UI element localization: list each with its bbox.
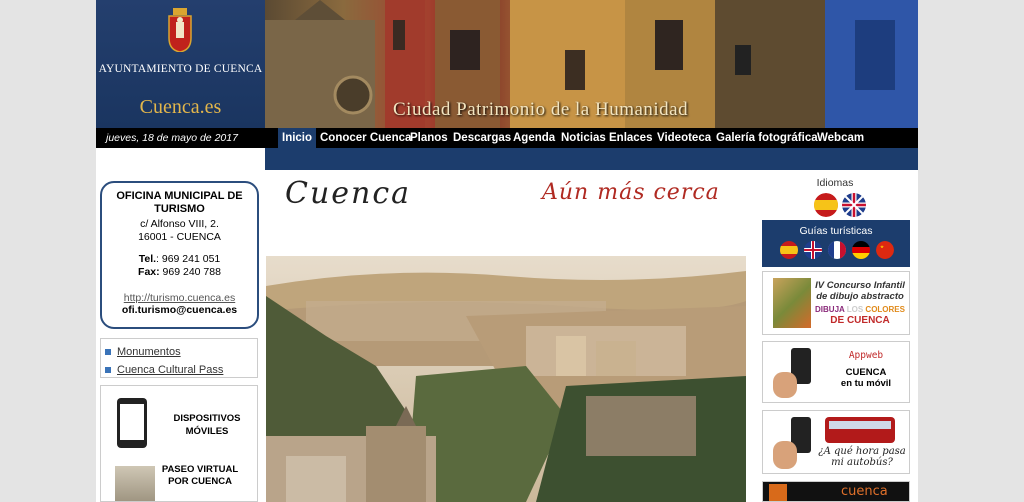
bullet-icon [105,349,111,355]
hand-image [773,441,797,469]
main-nav: Inicio Conocer Cuenca Planos Descargas A… [265,128,918,148]
promo-devices-label: DISPOSITIVOS MÓVILES [173,413,241,437]
date-bar: jueves, 18 de mayo de 2017 [96,128,265,148]
nav-subbar [265,148,918,170]
header-banner: Ciudad Patrimonio de la Humanidad [265,0,918,128]
tourism-website-link[interactable]: http://turismo.cuenca.es [102,292,257,304]
nav-item-webcam[interactable]: Webcam [817,128,864,148]
hand-image [773,372,797,398]
bus-icon [825,417,895,443]
languages-title: Idiomas [816,177,854,189]
tourism-address-street: c/ Alfonso VIII, 2. [140,218,219,230]
nav-item-agenda[interactable]: Agenda [513,128,555,148]
nav-item-descargas[interactable]: Descargas [453,128,511,148]
fax-label: Fax: [138,266,160,278]
tourist-guides-box: Guías turísticas [762,220,910,267]
current-date: jueves, 18 de mayo de 2017 [106,132,238,144]
tel-number: : 969 241 051 [156,253,221,265]
spanish-flag-icon[interactable] [814,193,838,217]
tourism-office-title: OFICINA MUNICIPAL DE TURISMO [116,190,243,215]
coat-of-arms-icon [168,8,192,52]
nav-item-noticias[interactable]: Noticias [561,128,606,148]
cuenca-bottom-banner[interactable]: cuenca [762,481,910,502]
guide-spanish-icon[interactable] [780,241,798,259]
ruins-image [115,466,155,501]
guide-french-icon[interactable] [828,241,846,259]
link-monumentos[interactable]: Monumentos [105,343,257,361]
nav-item-galeria[interactable]: Galería fotográfica [716,128,818,148]
appweb-banner[interactable]: Appweb CUENCA en tu móvil [762,341,910,403]
mobile-phone-icon [117,398,147,448]
link-cultural-pass[interactable]: Cuenca Cultural Pass [105,361,257,379]
drawing-contest-banner[interactable]: IV Concurso Infantil de dibujo abstracto… [762,271,910,335]
guide-chinese-icon[interactable] [876,241,894,259]
guide-german-icon[interactable] [852,241,870,259]
promo-virtual-walk[interactable]: PASEO VIRTUAL POR CUENCA [155,464,245,488]
tourism-address-city: 16001 - CUENCA [138,231,221,243]
page: AYUNTAMIENTO DE CUENCA Cuenca.es Ciudad … [96,0,918,502]
fax-number: 969 240 788 [159,266,221,278]
tel-label: Tel. [138,253,157,265]
logo-area[interactable]: AYUNTAMIENTO DE CUENCA Cuenca.es [96,0,265,128]
bus-schedule-banner[interactable]: ¿A qué hora pasa mi autobús? [762,410,910,474]
center-slogan: Aún más cerca [542,180,720,205]
nav-item-inicio[interactable]: Inicio [278,128,317,148]
site-name: Cuenca.es [139,96,222,118]
center-title: Cuenca [285,176,412,211]
bullet-icon [105,367,111,373]
tourism-email-link[interactable]: ofi.turismo@cuenca.es [102,304,257,316]
bottom-banner-logo: cuenca [841,484,888,499]
contest-image [773,278,811,328]
nav-item-planos[interactable]: Planos [410,128,448,148]
banner-tagline: Ciudad Patrimonio de la Humanidad [393,99,689,120]
tourism-office-box: OFICINA MUNICIPAL DE TURISMO c/ Alfonso … [100,181,259,329]
quick-links: Monumentos Cuenca Cultural Pass [100,338,258,378]
promo-box[interactable]: DISPOSITIVOS MÓVILES PASEO VIRTUAL POR C… [100,385,258,502]
council-name: AYUNTAMIENTO DE CUENCA [98,63,263,75]
bottom-banner-image [769,484,787,501]
nav-item-videoteca[interactable]: Videoteca [657,128,711,148]
english-flag-icon[interactable] [842,193,866,217]
guides-title: Guías turísticas [799,225,873,237]
nav-item-enlaces[interactable]: Enlaces [609,128,652,148]
city-panorama-photo [266,256,746,502]
guide-english-icon[interactable] [804,241,822,259]
nav-item-conocer-cuenca[interactable]: Conocer Cuenca [320,128,411,148]
